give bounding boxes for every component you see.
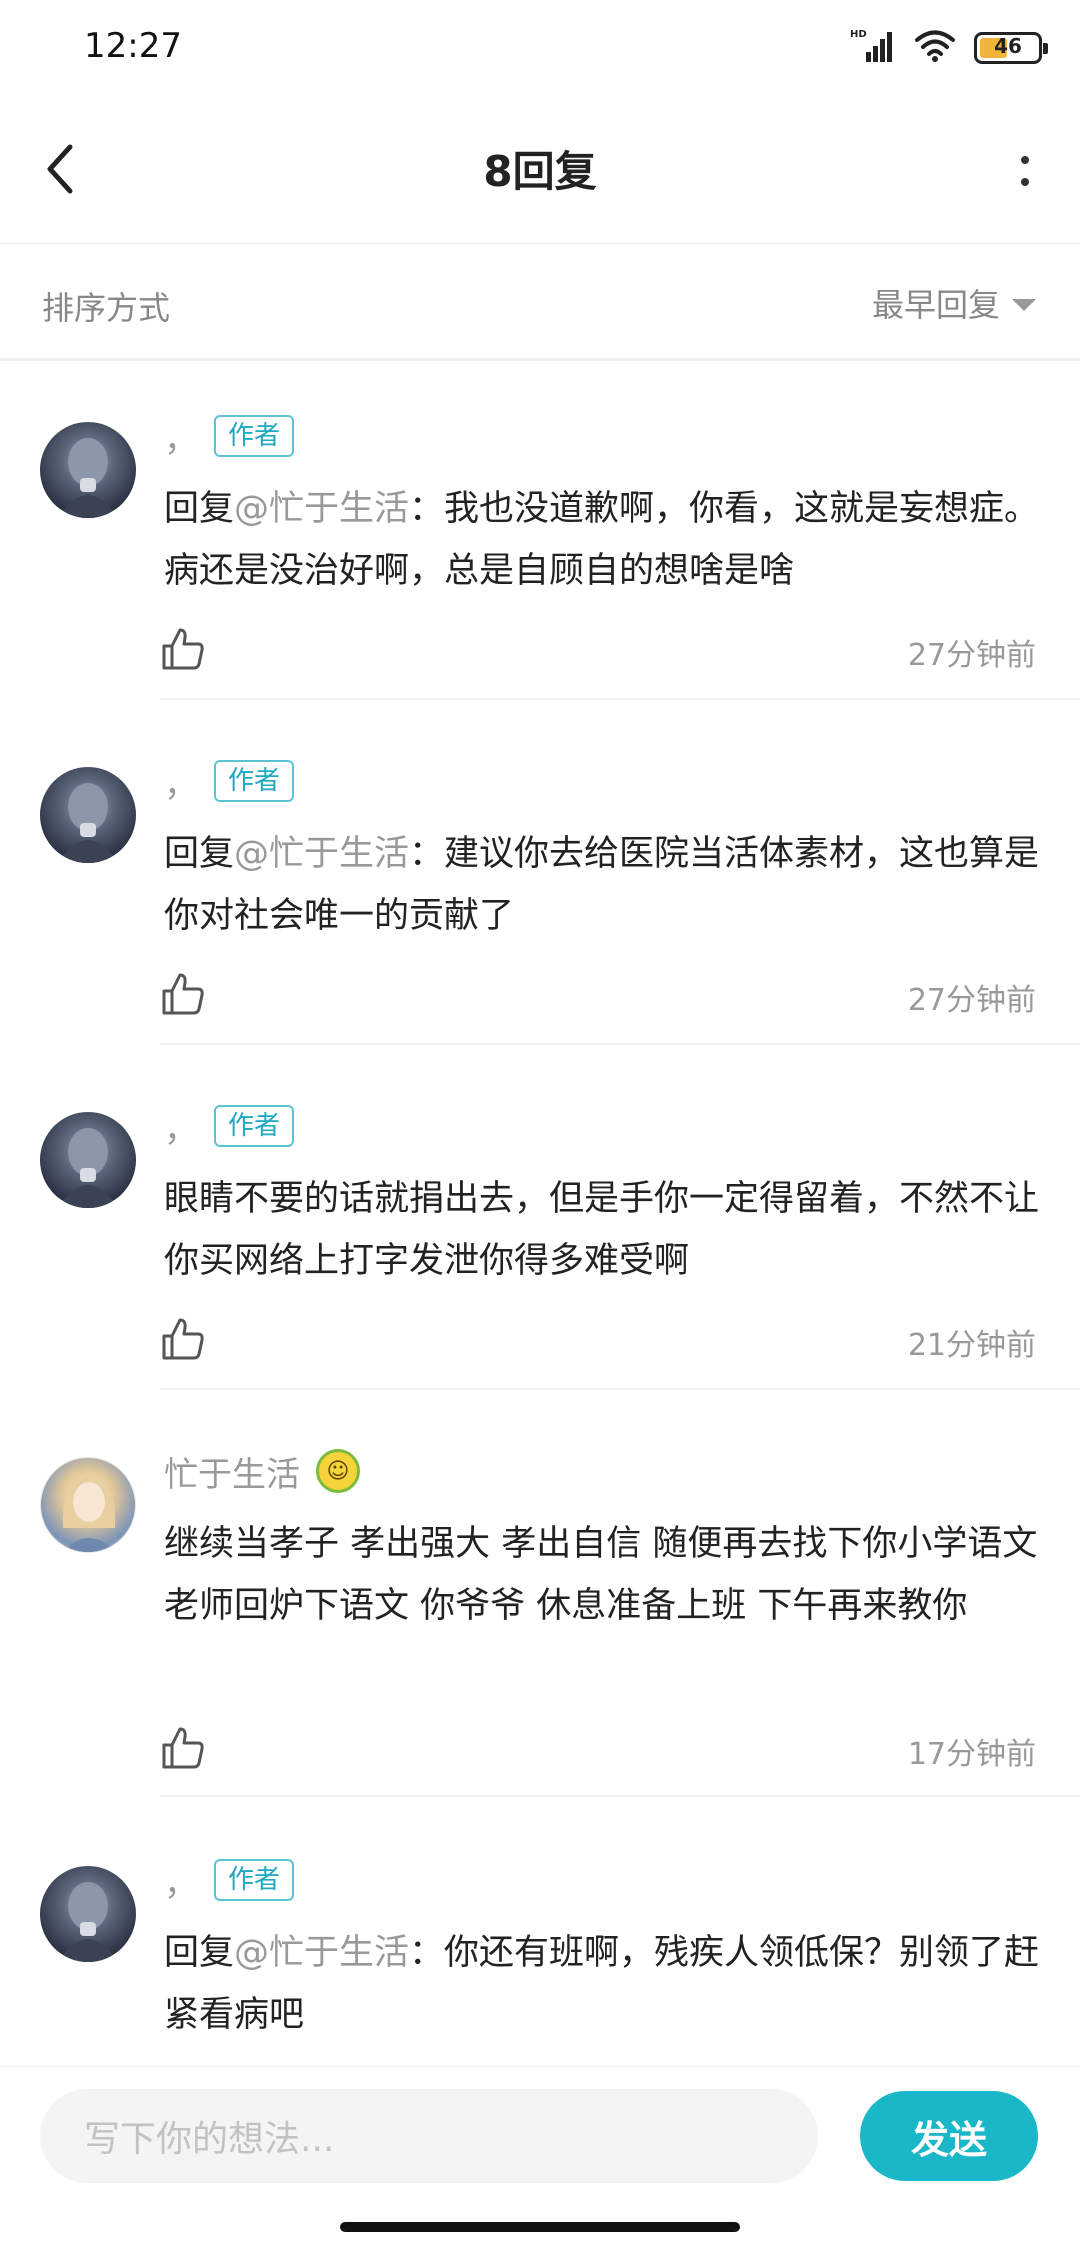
divider <box>160 1388 1080 1390</box>
author-row: ， 作者 <box>164 753 295 809</box>
status-time: 12:27 <box>84 26 182 66</box>
mention-link[interactable]: @忙于生活 <box>234 834 409 874</box>
comment-text: 回复@忙于生活：我也没道歉啊，你看，这就是妄想症。病还是没治好啊，总是自顾自的想… <box>164 478 1044 602</box>
author-row: ， 作者 <box>164 1852 295 1908</box>
reply-prefix: 回复 <box>164 489 235 529</box>
comment-time: 27分钟前 <box>907 638 1036 673</box>
reply-input[interactable]: 写下你的想法... <box>40 2089 818 2183</box>
battery-icon: 46 <box>974 32 1048 64</box>
comment-text: 眼睛不要的话就捐出去，但是手你一定得留着，不然不让你买网络上打字发泄你得多难受啊 <box>164 1179 1040 1281</box>
avatar[interactable] <box>40 767 136 863</box>
author-row: 忙于生活 ☺ <box>164 1443 360 1499</box>
comment-time: 21分钟前 <box>907 1328 1036 1363</box>
wifi-icon <box>914 29 956 67</box>
author-badge: 作者 <box>214 415 295 457</box>
divider <box>160 1795 1080 1797</box>
home-indicator[interactable] <box>340 2222 740 2232</box>
page-title: 8回复 <box>483 147 597 196</box>
thumbs-up-icon <box>162 973 204 1015</box>
avatar[interactable] <box>40 422 136 518</box>
avatar[interactable] <box>40 1112 136 1208</box>
avatar[interactable] <box>40 1866 136 1962</box>
thumbs-up-icon <box>162 1318 204 1360</box>
caret-down-icon <box>1012 299 1036 311</box>
avatar[interactable] <box>40 1457 136 1553</box>
comment-item: ， 作者 回复@忙于生活：我也没道歉啊，你看，这就是妄想症。病还是没治好啊，总是… <box>0 408 1080 700</box>
author-name[interactable]: ， <box>164 1856 198 1905</box>
author-badge: 作者 <box>214 760 295 802</box>
author-name[interactable]: ， <box>164 757 198 806</box>
more-vertical-icon-dot <box>1021 178 1029 186</box>
comment-item: ， 作者 回复@忙于生活：建议你去给医院当活体素材，这也算是你对社会唯一的贡献了… <box>0 753 1080 1045</box>
reply-prefix: 回复 <box>164 1933 235 1973</box>
sort-bar: 排序方式 最早回复 <box>0 245 1080 361</box>
like-button[interactable] <box>160 1316 206 1362</box>
comment-text: 回复@忙于生活：建议你去给医院当活体素材，这也算是你对社会唯一的贡献了 <box>164 823 1044 947</box>
comment-item: 忙于生活 ☺ 继续当孝子 孝出强大 孝出自信 随便再去找下你小学语文老师回炉下语… <box>0 1443 1080 1799</box>
like-button[interactable] <box>160 971 206 1017</box>
author-row: ， 作者 <box>164 408 295 464</box>
comment-item: ， 作者 眼睛不要的话就捐出去，但是手你一定得留着，不然不让你买网络上打字发泄你… <box>0 1098 1080 1390</box>
thumbs-up-icon <box>162 1727 204 1769</box>
send-button[interactable]: 发送 <box>860 2091 1038 2181</box>
author-badge: 作者 <box>214 1859 295 1901</box>
comment-text: 回复@忙于生活：你还有班啊，残疾人领低保？别领了赶紧看病吧 <box>164 1922 1044 2046</box>
more-options-button[interactable] <box>1010 136 1040 206</box>
status-icons: HD 46 <box>850 26 1048 70</box>
author-name[interactable]: ， <box>164 412 198 461</box>
more-vertical-icon-dot <box>1021 156 1029 164</box>
comment-time: 17分钟前 <box>907 1737 1036 1772</box>
author-badge: 作者 <box>214 1105 295 1147</box>
top-app-bar: 8回复 <box>0 96 1080 244</box>
mention-link[interactable]: @忙于生活 <box>234 489 409 529</box>
comment-text: 继续当孝子 孝出强大 孝出自信 随便再去找下你小学语文老师回炉下语文 你爷爷 休… <box>164 1524 1038 1626</box>
signal-icon: HD <box>850 28 896 68</box>
thumbs-up-icon <box>162 628 204 670</box>
like-button[interactable] <box>160 626 206 672</box>
status-bar: 12:27 HD 46 <box>0 0 1080 96</box>
network-label: HD <box>850 29 867 40</box>
sort-label: 排序方式 <box>42 289 171 327</box>
comment-time: 27分钟前 <box>907 983 1036 1018</box>
comment-item: ， 作者 回复@忙于生活：你还有班啊，残疾人领低保？别领了赶紧看病吧 <box>0 1852 1080 2066</box>
sort-selected-value: 最早回复 <box>871 286 1000 324</box>
mention-link[interactable]: @忙于生活 <box>234 1933 409 1973</box>
user-badge-icon: ☺ <box>316 1449 360 1493</box>
battery-level: 46 <box>994 34 1022 58</box>
author-name[interactable]: 忙于生活 <box>164 1447 300 1496</box>
sort-dropdown[interactable]: 最早回复 <box>872 275 1036 331</box>
reply-prefix: 回复 <box>164 834 235 874</box>
divider <box>160 1043 1080 1045</box>
reply-page: 12:27 HD 46 8回复 排序方式 最早回复 ， 作者 回复@忙于生活：我… <box>0 0 1080 2248</box>
author-name[interactable]: ， <box>164 1102 198 1151</box>
reply-input-bar: 写下你的想法... 发送 <box>0 2066 1080 2216</box>
divider <box>160 698 1080 700</box>
like-button[interactable] <box>160 1725 206 1771</box>
author-row: ， 作者 <box>164 1098 295 1154</box>
battery-tip <box>1043 43 1048 54</box>
